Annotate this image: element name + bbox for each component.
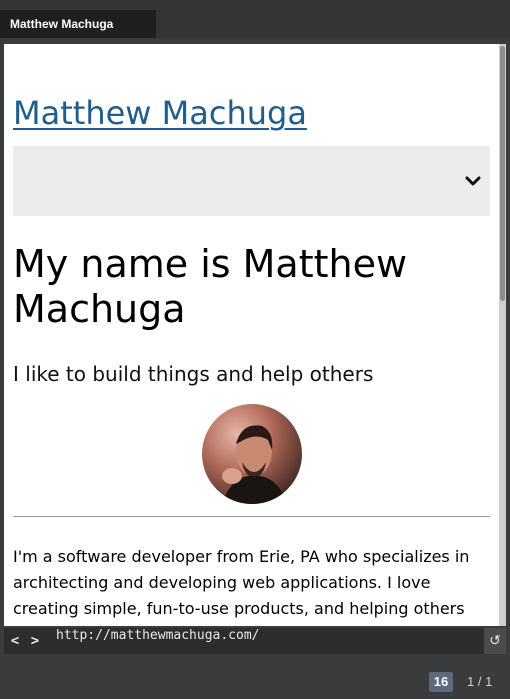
site-title-link[interactable]: Matthew Machuga bbox=[13, 94, 307, 132]
chevron-down-icon[interactable] bbox=[462, 170, 484, 192]
back-button[interactable]: < bbox=[6, 628, 24, 654]
scrollbar-thumb[interactable] bbox=[500, 46, 505, 301]
site-navbar bbox=[13, 146, 490, 216]
page-count: 1 / 1 bbox=[467, 674, 493, 689]
divider bbox=[13, 516, 490, 517]
zoom-badge[interactable]: 16 bbox=[429, 672, 453, 692]
tab-bar: Matthew Machuga bbox=[0, 0, 510, 38]
forward-button[interactable]: > bbox=[26, 628, 44, 654]
scrollbar[interactable] bbox=[499, 44, 506, 626]
bio-paragraph: I'm a software developer from Erie, PA w… bbox=[13, 547, 470, 626]
status-bar: 16 1 / 1 bbox=[0, 660, 510, 699]
hero-title: My name is Matthew Machuga bbox=[13, 242, 408, 331]
reload-icon[interactable]: ↺ bbox=[484, 628, 506, 654]
url-bar: < > http://matthewmachuga.com/ ↺ bbox=[4, 628, 506, 654]
web-viewport[interactable]: Matthew Machuga My name is Matthew Machu… bbox=[4, 44, 506, 626]
url-input[interactable]: http://matthewmachuga.com/ bbox=[56, 628, 260, 643]
avatar bbox=[202, 404, 302, 504]
hero-subtitle: I like to build things and help others bbox=[13, 362, 374, 386]
tab-title: Matthew Machuga bbox=[10, 17, 114, 31]
tab-active[interactable]: Matthew Machuga bbox=[0, 10, 156, 38]
